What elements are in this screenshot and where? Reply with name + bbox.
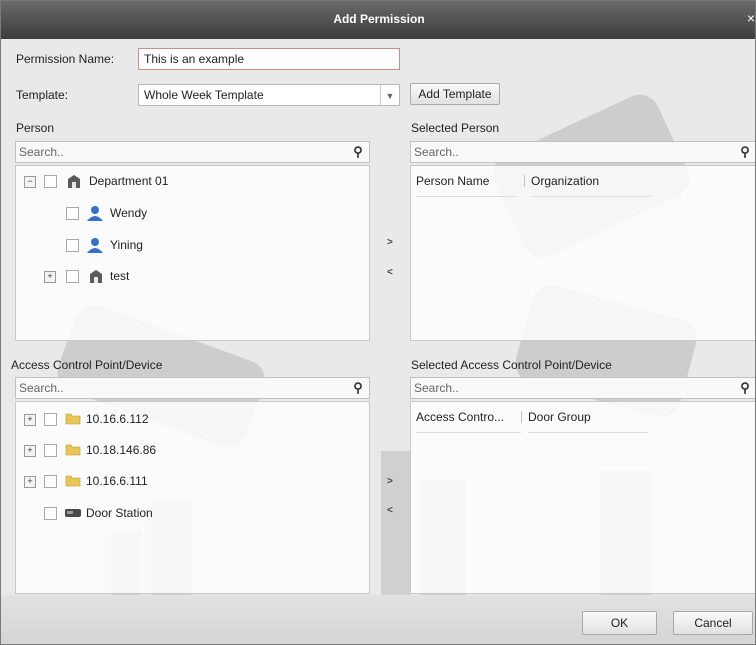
building-icon [90, 270, 102, 283]
person-search-input[interactable]: Search.. ⚲ [15, 141, 370, 163]
selected-person-table[interactable]: Person Name Organization [410, 165, 755, 341]
tree-item-label: Department 01 [89, 174, 169, 188]
person-icon [87, 238, 103, 253]
dialog-footer: OK Cancel [1, 595, 755, 644]
folder-icon [65, 475, 81, 487]
remove-device-arrow[interactable]: < [387, 505, 393, 516]
door-station-icon [65, 509, 81, 517]
person-panel-title: Person [16, 121, 55, 135]
department-01-checkbox[interactable] [44, 175, 57, 188]
device-checkbox[interactable] [44, 475, 57, 488]
selected-person-title: Selected Person [411, 121, 500, 135]
add-template-button[interactable]: Add Template [410, 83, 500, 105]
column-header-organization[interactable]: Organization [531, 166, 651, 197]
tree-item-10-18-146-86[interactable]: + 10.18.146.86 [22, 440, 322, 460]
template-select-value: Whole Week Template [144, 88, 264, 102]
expand-icon[interactable]: + [24, 414, 36, 426]
add-device-arrow[interactable]: > [387, 476, 393, 487]
tree-item-department-01[interactable]: − Department 01 [22, 171, 322, 191]
tree-item-door-station[interactable]: Door Station [22, 503, 322, 523]
column-header-door-group[interactable]: Door Group [528, 402, 648, 433]
selected-device-search-placeholder: Search.. [414, 381, 459, 395]
cancel-button[interactable]: Cancel [673, 611, 753, 635]
expand-icon[interactable]: + [24, 445, 36, 457]
tree-item-10-16-6-111[interactable]: + 10.16.6.111 [22, 471, 322, 491]
device-tree[interactable]: + 10.16.6.112 + 10.18.146.86 + 10.16.6.1… [15, 401, 370, 594]
device-panel-title: Access Control Point/Device [11, 358, 163, 372]
building-icon [68, 175, 80, 188]
person-tree[interactable]: − Department 01 Wendy Yining + test [15, 165, 370, 341]
collapse-icon[interactable]: − [24, 176, 36, 188]
device-search-input[interactable]: Search.. ⚲ [15, 377, 370, 399]
wendy-checkbox[interactable] [66, 207, 79, 220]
selected-device-table[interactable]: Access Contro... Door Group [410, 401, 755, 594]
selected-person-search-input[interactable]: Search.. ⚲ [410, 141, 755, 163]
test-checkbox[interactable] [66, 270, 79, 283]
column-header-access-control[interactable]: Access Contro... [416, 402, 521, 433]
selected-person-search-placeholder: Search.. [414, 145, 459, 159]
tree-item-label: 10.18.146.86 [86, 443, 157, 457]
template-label: Template: [16, 88, 69, 102]
search-icon[interactable]: ⚲ [736, 142, 754, 162]
selected-device-title: Selected Access Control Point/Device [411, 358, 612, 372]
dialog-title: Add Permission [333, 12, 425, 26]
tree-item-label: 10.16.6.112 [86, 412, 149, 426]
tree-item-label: test [110, 269, 130, 283]
device-checkbox[interactable] [44, 507, 57, 520]
tree-item-label: Door Station [86, 506, 153, 520]
search-icon[interactable]: ⚲ [736, 378, 754, 398]
expand-icon[interactable]: + [44, 271, 56, 283]
add-person-arrow[interactable]: > [387, 237, 393, 248]
tree-item-test[interactable]: + test [22, 266, 322, 286]
expand-icon[interactable]: + [24, 476, 36, 488]
column-separator[interactable] [524, 175, 525, 187]
device-search-placeholder: Search.. [19, 381, 64, 395]
tree-item-label: Wendy [110, 206, 148, 220]
tree-item-wendy[interactable]: Wendy [22, 203, 322, 223]
folder-icon [65, 444, 81, 456]
add-permission-dialog: Add Permission × Permission Name: This i… [0, 0, 756, 645]
tree-item-10-16-6-112[interactable]: + 10.16.6.112 [22, 409, 322, 429]
selected-device-search-input[interactable]: Search.. ⚲ [410, 377, 755, 399]
device-checkbox[interactable] [44, 444, 57, 457]
title-bar[interactable]: Add Permission × [1, 1, 755, 39]
search-icon[interactable]: ⚲ [349, 142, 367, 162]
permission-name-label: Permission Name: [16, 52, 115, 66]
person-search-placeholder: Search.. [19, 145, 64, 159]
folder-icon [65, 413, 81, 425]
remove-person-arrow[interactable]: < [387, 267, 393, 278]
person-icon [87, 206, 103, 221]
yining-checkbox[interactable] [66, 239, 79, 252]
tree-item-label: Yining [110, 238, 143, 252]
tree-item-yining[interactable]: Yining [22, 235, 322, 255]
search-icon[interactable]: ⚲ [349, 378, 367, 398]
ok-button[interactable]: OK [582, 611, 657, 635]
template-select[interactable]: Whole Week Template ▼ [138, 84, 400, 106]
tree-item-label: 10.16.6.111 [86, 474, 148, 488]
chevron-down-icon[interactable]: ▼ [380, 85, 399, 105]
device-checkbox[interactable] [44, 413, 57, 426]
permission-name-input[interactable]: This is an example [138, 48, 400, 70]
column-separator[interactable] [521, 411, 522, 423]
column-header-person-name[interactable]: Person Name [416, 166, 516, 197]
close-icon[interactable]: × [747, 10, 755, 26]
